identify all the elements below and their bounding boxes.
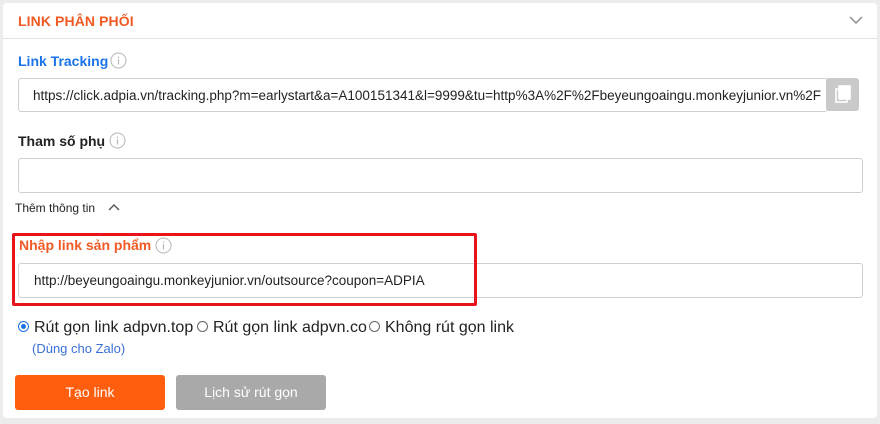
highlight-box (12, 233, 477, 306)
create-link-button[interactable]: Tạo link (15, 375, 165, 410)
chevron-up-icon[interactable] (107, 202, 121, 212)
link-distribution-card: LINK PHÂN PHỐI (3, 3, 877, 418)
shorten-history-button[interactable]: Lịch sử rút gọn (176, 375, 326, 410)
chevron-down-icon[interactable] (848, 14, 864, 26)
tracking-label: Link Tracking (18, 53, 109, 69)
radio-checked-icon (18, 321, 29, 332)
card-header[interactable]: LINK PHÂN PHỐI (3, 3, 877, 39)
extra-param-input[interactable] (18, 158, 863, 193)
radio-unchecked-icon (369, 321, 380, 332)
copy-button[interactable] (826, 78, 859, 111)
info-icon[interactable] (110, 52, 127, 69)
section-title: LINK PHÂN PHỐI (18, 13, 134, 29)
info-icon[interactable] (109, 132, 126, 149)
tracking-link-field[interactable]: https://click.adpia.vn/tracking.php?m=ea… (18, 78, 828, 112)
shorten-note: (Dùng cho Zalo) (32, 341, 126, 356)
copy-icon (835, 85, 851, 103)
radio-label: Rút gọn link adpvn.top (34, 319, 194, 336)
radio-unchecked-icon (197, 321, 208, 332)
radio-label: Rút gọn link adpvn.co (213, 319, 367, 336)
more-info-toggle[interactable]: Thêm thông tin (15, 201, 95, 215)
extra-param-label: Tham số phụ (18, 133, 106, 149)
radio-label: Không rút gọn link (385, 319, 514, 336)
